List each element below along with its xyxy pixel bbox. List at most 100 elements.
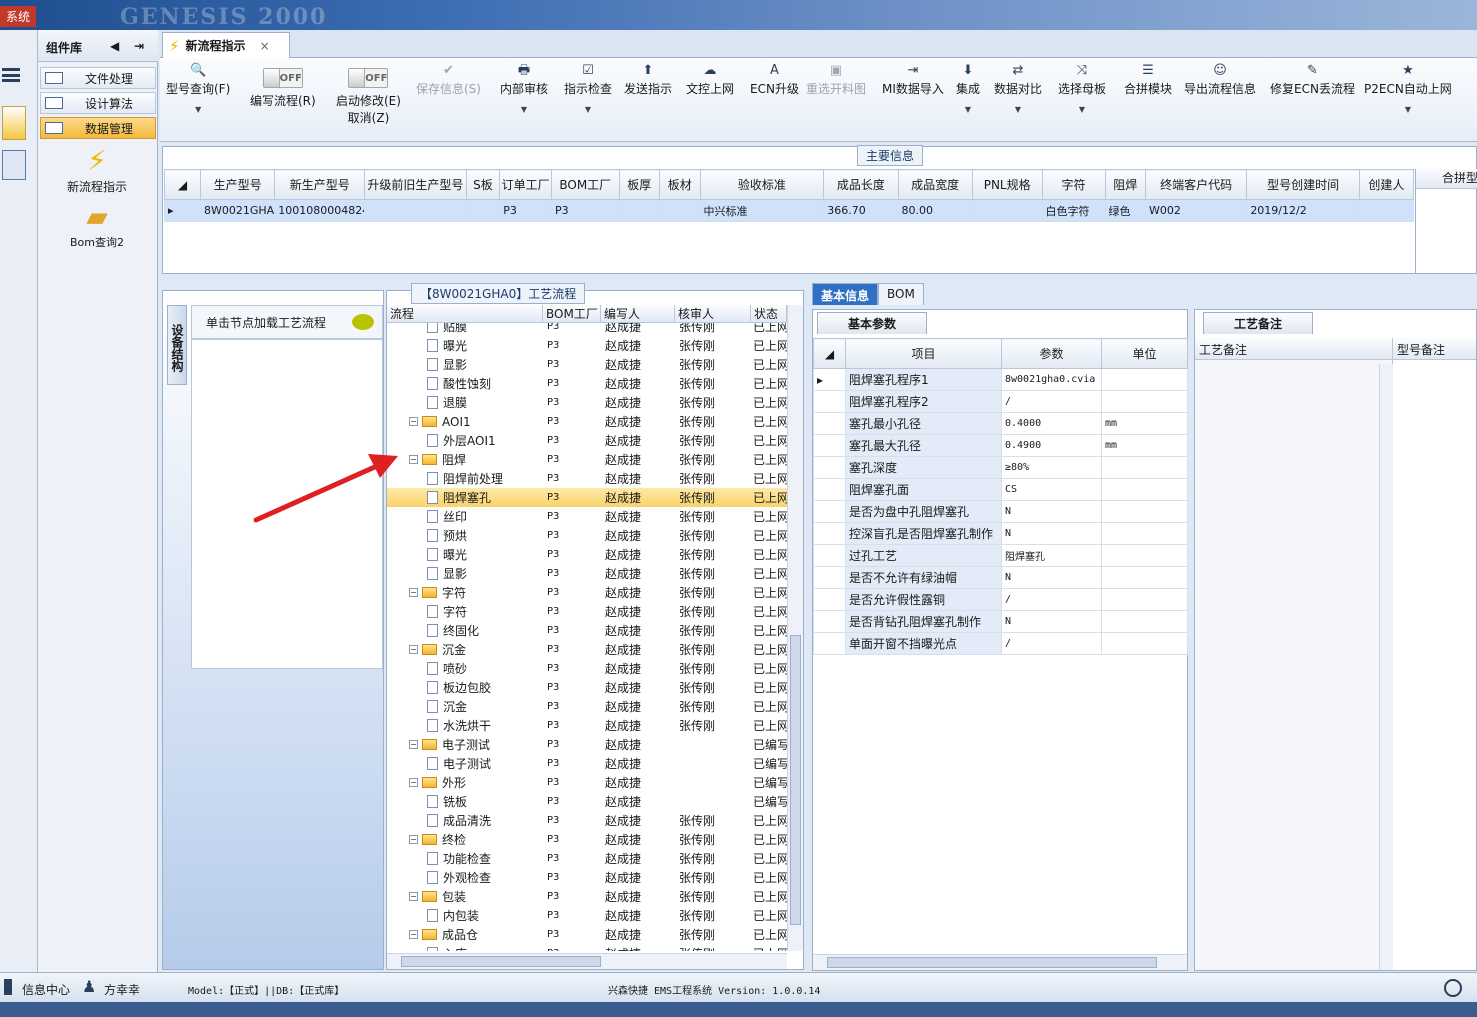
tree-row[interactable]: 阻焊前处理 P3 赵成捷 张传刚 已上网 (387, 469, 787, 488)
collapse-icon[interactable]: − (409, 835, 418, 844)
tab-new-flow[interactable]: ⚡ 新流程指示 × (162, 32, 290, 58)
param-value[interactable]: / (1001, 632, 1102, 655)
param-row[interactable]: 过孔工艺 阻焊塞孔 (813, 544, 1188, 567)
column-header[interactable]: 板厚 (618, 169, 661, 200)
column-header[interactable]: 编写人 (601, 305, 675, 322)
sidebar-item-file[interactable]: 文件处理 (40, 67, 156, 89)
column-header[interactable]: 状态 (751, 305, 787, 322)
tree-row[interactable]: 外层AOI1 P3 赵成捷 张传刚 已上网 (387, 431, 787, 450)
tree-row[interactable]: 内包装 P3 赵成捷 张传刚 已上网 (387, 906, 787, 925)
tree-row[interactable]: 退膜 P3 赵成捷 张传刚 已上网 (387, 393, 787, 412)
tree-row[interactable]: 入库 P3赵成捷张传刚已上网 (387, 944, 787, 951)
param-row[interactable]: 塞孔最大孔径 0.4900 mm (813, 434, 1188, 457)
collapse-icon[interactable]: − (409, 892, 418, 901)
tree-row[interactable]: − 外形 P3 赵成捷 已编写 (387, 773, 787, 792)
toolbar-button-6[interactable]: ⬆ 发送指示 (624, 62, 672, 97)
toolbar-button-14[interactable]: ☰ 合拼模块 (1124, 62, 1172, 97)
param-row[interactable]: 控深盲孔是否阻焊塞孔制作 N (813, 522, 1188, 545)
column-header[interactable]: 参数 (1001, 338, 1102, 369)
tree-row[interactable]: 曝光 P3 赵成捷 张传刚 已上网 (387, 336, 787, 355)
tree-row[interactable]: 预烘 P3 赵成捷 张传刚 已上网 (387, 526, 787, 545)
param-row[interactable]: 是否不允许有绿油帽 N (813, 566, 1188, 589)
param-row[interactable]: 是否为盘中孔阻焊塞孔 N (813, 500, 1188, 523)
column-header[interactable]: 项目 (845, 338, 1002, 369)
tab-device-structure[interactable]: 设备结构 (167, 305, 187, 385)
toolbar-button-10[interactable]: ⇥ MI数据导入 (882, 62, 944, 97)
param-value[interactable]: ≥80% (1001, 456, 1102, 479)
tree-row[interactable]: − 成品仓 P3 赵成捷 张传刚 已上网 (387, 925, 787, 944)
param-row[interactable]: 是否背钻孔阻焊塞孔制作 N (813, 610, 1188, 633)
collapse-icon[interactable]: − (409, 645, 418, 654)
toolbar-button-8[interactable]: A ECN升级 (750, 62, 799, 97)
tree-row[interactable]: 沉金 P3 赵成捷 张传刚 已上网 (387, 697, 787, 716)
tree-row[interactable]: 显影 P3 赵成捷 张传刚 已上网 (387, 564, 787, 583)
tree-row[interactable]: − 电子测试 P3 赵成捷 已编写 (387, 735, 787, 754)
tree-row[interactable]: 贴膜 P3 赵成捷 张传刚 已上网 (387, 323, 787, 336)
toolbar-button-17[interactable]: ★ P2ECN自动上网 ▼ (1364, 62, 1452, 114)
toolbar-button-3[interactable]: ✔ 保存信息(S) (416, 62, 481, 97)
vertical-scrollbar[interactable] (787, 305, 803, 951)
toolbar-button-4[interactable]: 🖶 内部审核 ▼ (500, 62, 548, 114)
param-row[interactable]: 阻焊塞孔面 CS (813, 478, 1188, 501)
tree-row[interactable]: − 字符 P3 赵成捷 张传刚 已上网 (387, 583, 787, 602)
vertical-scrollbar[interactable] (1379, 364, 1393, 970)
close-icon[interactable]: × (260, 39, 270, 53)
toolbar-button-0[interactable]: 🔍 型号查询(F) ▼ (166, 62, 230, 114)
column-header[interactable]: 字符 (1041, 169, 1106, 200)
param-value[interactable]: 8w0021gha0.cvia (1001, 368, 1102, 391)
process-notes-field[interactable] (1195, 360, 1393, 970)
collapse-arrow-icon[interactable]: ◀ (110, 39, 119, 53)
column-header[interactable]: 单位 (1101, 338, 1188, 369)
collapse-icon[interactable]: − (409, 930, 418, 939)
info-center[interactable]: 信息中心 (22, 981, 70, 998)
param-value[interactable]: N (1001, 610, 1102, 633)
collapse-icon[interactable]: − (409, 588, 418, 597)
toolbar-button-7[interactable]: ☁ 文控上网 (686, 62, 734, 97)
param-value[interactable]: 0.4900 (1001, 434, 1102, 457)
toggle-switch[interactable]: OFF (262, 68, 303, 88)
column-header[interactable]: S板 (465, 169, 501, 200)
tile-bom-query[interactable]: ▰ Bom查询2 (42, 200, 152, 250)
collapse-icon[interactable]: − (409, 778, 418, 787)
toolbar-button-5[interactable]: ☑ 指示检查 ▼ (564, 62, 612, 114)
column-header[interactable]: 成品宽度 (897, 169, 973, 200)
tree-row[interactable]: − 沉金 P3 赵成捷 张传刚 已上网 (387, 640, 787, 659)
toolbar-button-12[interactable]: ⇄ 数据对比 ▼ (994, 62, 1042, 114)
column-header[interactable]: 生产型号 (199, 169, 276, 200)
column-header[interactable]: 成品长度 (823, 169, 899, 200)
tree-row[interactable]: − 终检 P3 赵成捷 张传刚 已上网 (387, 830, 787, 849)
param-value[interactable]: N (1001, 522, 1102, 545)
tree-row[interactable]: 水洗烘干 P3 赵成捷 张传刚 已上网 (387, 716, 787, 735)
horizontal-scrollbar[interactable] (387, 953, 787, 969)
tree-row[interactable]: 曝光 P3 赵成捷 张传刚 已上网 (387, 545, 787, 564)
column-header[interactable]: 阻焊 (1104, 169, 1147, 200)
param-value[interactable]: / (1001, 390, 1102, 413)
tree-row[interactable]: 显影 P3 赵成捷 张传刚 已上网 (387, 355, 787, 374)
table-row[interactable]: ▸8W0021GHA010010800048248 P3P3 中兴标准366.708… (164, 199, 1415, 222)
collapse-icon[interactable]: − (409, 455, 418, 464)
param-row[interactable]: 塞孔最小孔径 0.4000 mm (813, 412, 1188, 435)
tree-row[interactable]: 喷砂 P3 赵成捷 张传刚 已上网 (387, 659, 787, 678)
toolbar-button-16[interactable]: ✎ 修复ECN丢流程 (1270, 62, 1355, 97)
tile-new-flow[interactable]: ⚡ 新流程指示 (42, 144, 152, 195)
param-value[interactable]: N (1001, 566, 1102, 589)
tree-row[interactable]: 外观检查 P3 赵成捷 张传刚 已上网 (387, 868, 787, 887)
toolbar-button-9[interactable]: ▣ 重选开料图 (806, 62, 866, 97)
param-row[interactable]: ▸ 阻焊塞孔程序1 8w0021gha0.cvia (813, 368, 1188, 391)
column-header[interactable]: 新生产型号 (274, 169, 366, 200)
toggle-switch[interactable]: OFF (348, 68, 389, 88)
tree-row[interactable]: − AOI1 P3 赵成捷 张传刚 已上网 (387, 412, 787, 431)
column-header[interactable]: 型号创建时间 (1246, 169, 1360, 200)
tree-row[interactable]: 成品清洗 P3 赵成捷 张传刚 已上网 (387, 811, 787, 830)
param-row[interactable]: 阻焊塞孔程序2/ (813, 390, 1188, 413)
toolbar-button-2[interactable]: OFF 启动修改(E) 取消(Z) (336, 62, 401, 126)
param-value[interactable]: / (1001, 588, 1102, 611)
sidebar-item-design[interactable]: 设计算法 (40, 92, 156, 114)
column-header[interactable]: 终端客户代码 (1145, 169, 1248, 200)
tree-row[interactable]: − 阻焊 P3 赵成捷 张传刚 已上网 (387, 450, 787, 469)
column-header[interactable]: 创建人 (1358, 169, 1415, 200)
collapse-icon[interactable]: − (409, 417, 418, 426)
tab-bom[interactable]: BOM (878, 283, 924, 305)
param-row[interactable]: 是否允许假性露铜 / (813, 588, 1188, 611)
tree-row[interactable]: 板边包胶 P3 赵成捷 张传刚 已上网 (387, 678, 787, 697)
